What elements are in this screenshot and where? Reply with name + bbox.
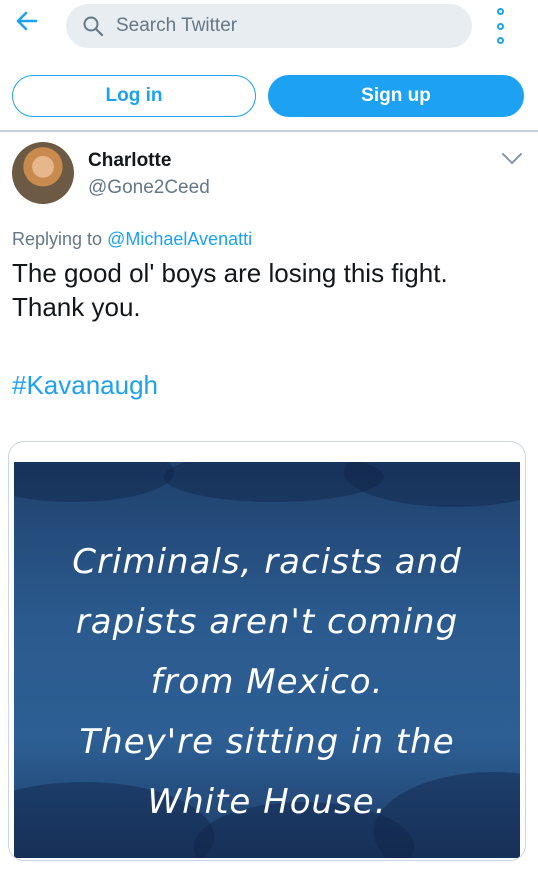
search-icon — [83, 16, 104, 37]
chevron-down-icon[interactable] — [500, 150, 524, 168]
user-handle[interactable]: @Gone2Ceed — [88, 177, 210, 199]
avatar[interactable] — [12, 142, 74, 204]
meme-line: Criminals, racists and — [72, 542, 462, 582]
tweet-text: The good ol' boys are losing this fight.… — [12, 256, 522, 324]
meme-line: White House. — [147, 782, 387, 822]
tweet-text-line: Thank you. — [12, 292, 141, 322]
back-arrow-icon — [16, 11, 38, 31]
top-bar — [0, 0, 538, 60]
meme-image[interactable]: Criminals, racists and rapists aren't co… — [14, 462, 520, 858]
signup-button[interactable]: Sign up — [268, 75, 524, 117]
replying-prefix: Replying to — [12, 229, 103, 249]
meme-caption: Criminals, racists and rapists aren't co… — [14, 532, 520, 832]
divider — [0, 130, 538, 132]
search-box[interactable] — [66, 4, 472, 48]
tweet-page: Log in Sign up Charlotte @Gone2Ceed Repl… — [0, 0, 538, 891]
replying-mention-link[interactable]: @MichaelAvenatti — [107, 229, 252, 249]
search-input[interactable] — [114, 14, 448, 38]
more-vertical-icon — [496, 8, 504, 15]
meme-line: from Mexico. — [150, 662, 384, 702]
more-options-button[interactable] — [489, 8, 511, 44]
hashtag-link[interactable]: #Kavanaugh — [12, 370, 158, 401]
back-button[interactable] — [10, 4, 44, 38]
meme-line: They're sitting in the — [79, 722, 455, 762]
tweet-text-line: The good ol' boys are losing this fight. — [12, 258, 448, 288]
meme-line: rapists aren't coming — [75, 602, 459, 642]
replying-to: Replying to @MichaelAvenatti — [12, 229, 252, 250]
login-button[interactable]: Log in — [12, 75, 256, 117]
media-card[interactable]: Criminals, racists and rapists aren't co… — [8, 441, 526, 861]
display-name[interactable]: Charlotte — [88, 150, 171, 172]
